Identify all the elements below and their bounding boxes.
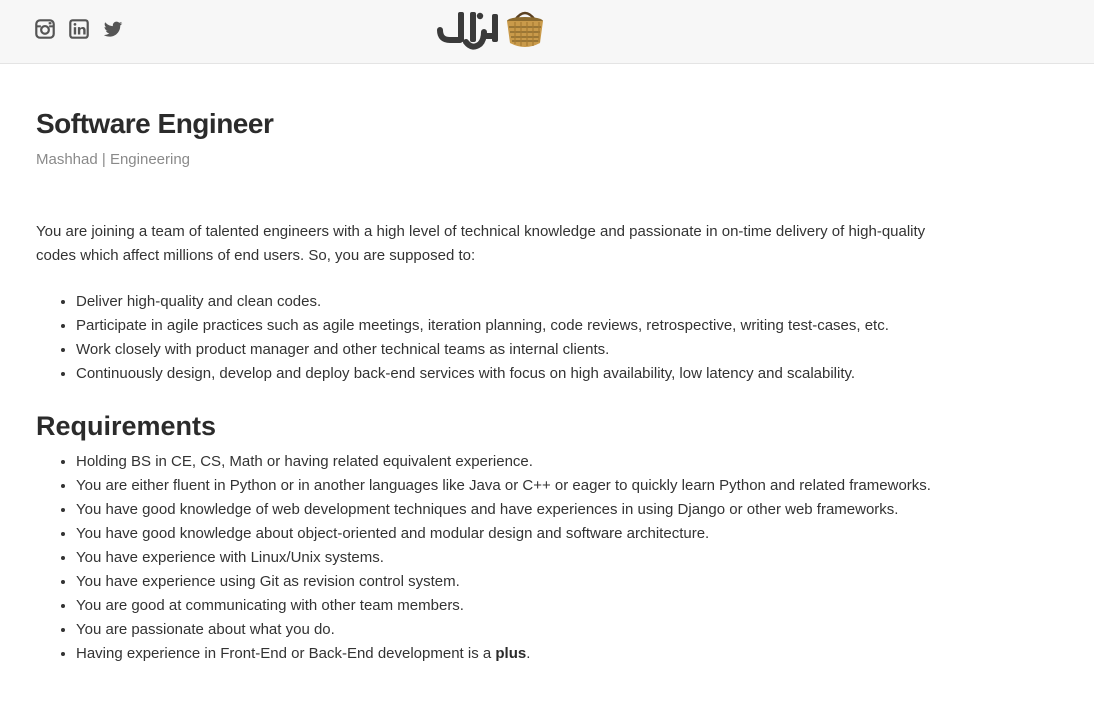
list-item: You have good knowledge about object-ori…	[76, 522, 936, 546]
requirements-list: Holding BS in CE, CS, Math or having rel…	[36, 450, 936, 666]
twitter-link[interactable]	[102, 18, 124, 40]
instagram-link[interactable]	[34, 18, 56, 40]
list-item: You have experience with Linux/Unix syst…	[76, 546, 936, 570]
job-intro: You are joining a team of talented engin…	[36, 223, 926, 264]
linkedin-icon	[69, 19, 89, 39]
linkedin-link[interactable]	[68, 18, 90, 40]
bazaar-logo[interactable]	[436, 6, 548, 52]
job-team: Engineering	[109, 151, 191, 168]
requirement-text: Having experience in Front-End or Back-E…	[76, 645, 496, 662]
bazaar-logo-icon	[437, 11, 543, 50]
job-location: Mashhad	[36, 151, 98, 168]
list-item: You are good at communicating with other…	[76, 594, 936, 618]
instagram-icon	[35, 19, 55, 39]
list-item: Work closely with product manager and ot…	[76, 338, 936, 362]
requirements-heading: Requirements	[36, 411, 217, 441]
list-item: You have experience using Git as revisio…	[76, 570, 936, 594]
job-content: Software Engineer Mashhad | Engineering …	[36, 104, 936, 666]
duties-list: Deliver high-quality and clean codes. Pa…	[36, 290, 936, 386]
list-item: You are either fluent in Python or in an…	[76, 474, 936, 498]
list-item: Holding BS in CE, CS, Math or having rel…	[76, 450, 936, 474]
list-item: You are passionate about what you do.	[76, 618, 936, 642]
list-item: Deliver high-quality and clean codes.	[76, 290, 936, 314]
plus-emphasis: plus	[495, 645, 527, 662]
list-item: Participate in agile practices such as a…	[76, 314, 936, 338]
top-navbar	[0, 0, 1094, 64]
twitter-icon	[103, 21, 123, 37]
job-meta: Mashhad | Engineering	[36, 150, 936, 170]
requirement-suffix: .	[526, 645, 531, 662]
list-item: Continuously design, develop and deploy …	[76, 362, 936, 386]
list-item: Having experience in Front-End or Back-E…	[76, 642, 936, 666]
meta-separator: |	[97, 151, 110, 168]
job-title: Software Engineer	[36, 108, 274, 139]
social-links	[34, 18, 124, 40]
list-item: You have good knowledge of web developme…	[76, 498, 936, 522]
